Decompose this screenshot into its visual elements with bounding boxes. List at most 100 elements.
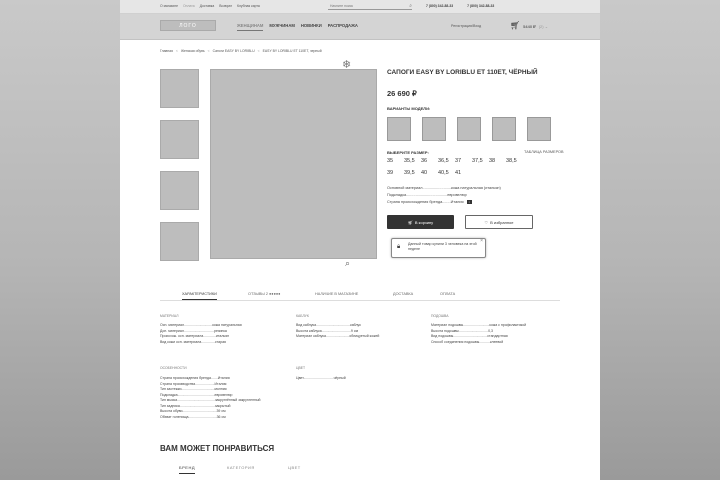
heel-list: Вид каблука.............................… bbox=[296, 323, 379, 340]
cart-count: (2) ⌄ bbox=[538, 23, 549, 29]
size-option[interactable]: 37 bbox=[455, 158, 472, 164]
sole-row: Материал подошвы........................… bbox=[431, 323, 527, 327]
tooltip-text: Данный товар купили 3 человека на этой н… bbox=[408, 242, 477, 251]
heart-icon: ♡ bbox=[484, 219, 489, 225]
add-to-favorites-label: В избранное bbox=[490, 219, 514, 225]
product-title: Сапоги EASY BY LORIBLU ET 110ET, чёрный bbox=[387, 69, 538, 76]
product-tabs: ХАРАКТЕРИСТИКИ ОТЗЫВЫ 2 ●●●●● НАЛИЧИЕ В … bbox=[160, 289, 560, 301]
variant-swatch-3[interactable] bbox=[457, 117, 481, 141]
spec-lining: Подкладка...............................… bbox=[387, 193, 467, 197]
variant-swatch-2[interactable] bbox=[422, 117, 446, 141]
variants-label: ВАРИАНТЫ МОДЕЛИ: bbox=[387, 106, 431, 111]
phone-2[interactable]: 7 (800) 342-88-33 bbox=[467, 4, 494, 8]
color-row: Цвет...............................чёрны… bbox=[296, 376, 346, 380]
login-link[interactable]: Регистрация/Вход bbox=[451, 24, 481, 28]
phone-1[interactable]: 7 (800) 342-88-33 bbox=[426, 4, 453, 8]
top-links: О магазине Оплата Доставка Возврат Клубн… bbox=[160, 4, 260, 8]
breadcrumb-current: EASY BY LORIBLU ET 110ET, черный bbox=[262, 49, 322, 53]
tab-brand[interactable]: БРЕНД bbox=[179, 465, 196, 474]
color-heading: ЦВЕТ bbox=[296, 366, 306, 370]
size-chart-link[interactable]: ТАБЛИЦА РАЗМЕРОВ bbox=[524, 150, 564, 154]
tab-availability[interactable]: НАЛИЧИЕ В МАГАЗИНЕ bbox=[315, 292, 358, 296]
main-product-image[interactable] bbox=[210, 69, 377, 259]
material-heading: МАТЕРИАЛ bbox=[160, 314, 179, 318]
size-option[interactable]: 40,5 bbox=[438, 170, 455, 176]
tab-delivery[interactable]: ДОСТАВКА bbox=[393, 292, 413, 296]
add-to-cart-label: В корзину bbox=[414, 219, 434, 225]
search-placeholder: Начните поиск bbox=[330, 4, 353, 8]
size-option[interactable]: 41 bbox=[455, 170, 472, 176]
top-link-club-card[interactable]: Клубная карта bbox=[237, 4, 260, 8]
nav-women[interactable]: ЖЕНЩИНАМ bbox=[237, 23, 264, 31]
add-to-favorites-button[interactable]: ♡ В избранное bbox=[465, 215, 533, 229]
spec-material: Основной материал.......................… bbox=[387, 186, 501, 190]
heel-row: Материал каблука........................… bbox=[296, 334, 380, 338]
top-link-payment[interactable]: Оплата bbox=[183, 4, 195, 8]
sole-row: Способ соединения подошвы...........клее… bbox=[431, 339, 504, 344]
top-link-return[interactable]: Возврат bbox=[219, 4, 232, 8]
cart-total: 5440 ₽ bbox=[523, 23, 536, 29]
spec-brand-country: Страна происхождения бренда........Итали… bbox=[387, 200, 472, 204]
cart-icon: 🛒︎ bbox=[510, 21, 521, 30]
nav-sale[interactable]: РАСПРОДАЖА bbox=[328, 23, 358, 31]
close-icon[interactable]: × bbox=[480, 239, 483, 244]
breadcrumb: Главная < Женская обувь < Сапоги EASY BY… bbox=[160, 49, 322, 53]
cart-button[interactable]: 🛒︎ 5440 ₽ (2) ⌄ bbox=[510, 22, 548, 30]
variant-swatch-5[interactable] bbox=[527, 117, 551, 141]
tab-reviews[interactable]: ОТЗЫВЫ 2 ●●●●● bbox=[248, 292, 280, 296]
sizes-row-1: 35 35,5 36 36,5 37 37,5 38 38,5 bbox=[387, 158, 523, 164]
add-to-cart-button[interactable]: 🛒︎ В корзину bbox=[387, 215, 454, 229]
top-link-about[interactable]: О магазине bbox=[160, 4, 178, 8]
phones: 7 (800) 342-88-33 7 (800) 342-88-33 bbox=[426, 4, 494, 8]
bag-icon: 🔒︎ bbox=[397, 244, 401, 250]
snowflake-icon: ❄ bbox=[342, 59, 352, 71]
thumbnail-2[interactable] bbox=[160, 120, 199, 159]
flag-icon: i bbox=[466, 200, 472, 204]
recommend-title: ВАМ МОЖЕТ ПОНРАВИТЬСЯ bbox=[160, 444, 275, 453]
thumbnail-4[interactable] bbox=[160, 222, 199, 261]
thumbnail-1[interactable] bbox=[160, 69, 199, 108]
variant-swatch-1[interactable] bbox=[387, 117, 411, 141]
zoom-icon[interactable]: ⌕ bbox=[345, 259, 350, 268]
size-option[interactable]: 36,5 bbox=[438, 158, 455, 164]
features-row: Тип мыска...............................… bbox=[160, 398, 261, 402]
features-heading: ОСОБЕННОСТИ bbox=[160, 366, 187, 370]
breadcrumb-women-shoes[interactable]: Женская обувь bbox=[181, 49, 205, 53]
product-price: 26 690 ₽ bbox=[387, 89, 417, 98]
size-option[interactable]: 35,5 bbox=[404, 158, 421, 164]
top-link-delivery[interactable]: Доставка bbox=[200, 4, 215, 8]
variant-swatch-4[interactable] bbox=[492, 117, 516, 141]
tab-payment[interactable]: ОПЛАТА bbox=[440, 292, 455, 296]
size-option[interactable]: 35 bbox=[387, 158, 404, 164]
size-option[interactable]: 36 bbox=[421, 158, 438, 164]
material-list: Осн. материал...........................… bbox=[160, 323, 242, 345]
nav-men[interactable]: МУЖЧИНАМ bbox=[269, 23, 294, 31]
material-row: Осн. материал...........................… bbox=[160, 323, 242, 327]
logo[interactable]: ЛОГО bbox=[160, 20, 216, 31]
nav-new[interactable]: НОВИНКИ bbox=[301, 23, 322, 31]
size-option[interactable]: 39,5 bbox=[404, 170, 421, 176]
size-option[interactable]: 38 bbox=[489, 158, 506, 164]
purchase-tooltip: 🔒︎ Данный товар купили 3 человека на это… bbox=[391, 238, 486, 258]
tab-category[interactable]: КАТЕГОРИЯ bbox=[227, 465, 255, 470]
product-page: О магазине Оплата Доставка Возврат Клубн… bbox=[120, 0, 600, 480]
size-option[interactable]: 39 bbox=[387, 170, 404, 176]
size-label: ВЫБЕРИТЕ РАЗМЕР: bbox=[387, 150, 429, 155]
spec-brand-country-text: Страна происхождения бренда........Итали… bbox=[387, 200, 464, 204]
breadcrumb-boots[interactable]: Сапоги EASY BY LORIBLU bbox=[213, 49, 255, 53]
search-input[interactable]: Начните поиск ⌕ bbox=[328, 3, 412, 10]
sole-heading: ПОДОШВА bbox=[431, 314, 449, 318]
sole-list: Материал подошвы........................… bbox=[431, 323, 526, 345]
tab-color[interactable]: ЦВЕТ bbox=[288, 465, 301, 470]
size-option[interactable]: 38,5 bbox=[506, 158, 523, 164]
heel-heading: КАБЛУК bbox=[296, 314, 309, 318]
tab-characteristics[interactable]: ХАРАКТЕРИСТИКИ bbox=[182, 292, 217, 300]
size-option[interactable]: 40 bbox=[421, 170, 438, 176]
thumbnail-3[interactable] bbox=[160, 171, 199, 210]
breadcrumb-separator: < bbox=[257, 49, 260, 53]
top-bar: О магазине Оплата Доставка Возврат Клубн… bbox=[120, 0, 600, 14]
search-icon[interactable]: ⌕ bbox=[409, 3, 412, 10]
breadcrumb-home[interactable]: Главная bbox=[160, 49, 173, 53]
size-option[interactable]: 37,5 bbox=[472, 158, 489, 164]
material-row: Вид кожи осн. материала..............ста… bbox=[160, 339, 226, 344]
